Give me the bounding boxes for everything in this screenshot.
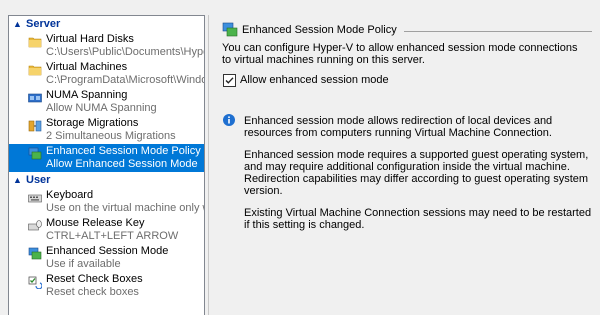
sidebar-item-numa-spanning[interactable]: NUMA Spanning Allow NUMA Spanning xyxy=(9,88,204,116)
numa-icon xyxy=(28,93,42,103)
section-header-server[interactable]: ▲ Server xyxy=(9,16,204,32)
page-title: Enhanced Session Mode Policy xyxy=(242,24,397,36)
sidebar-item-enhanced-session-mode[interactable]: Enhanced Session Mode Use if available xyxy=(9,244,204,272)
reset-checkbox-icon xyxy=(28,276,42,289)
sidebar-item-subtitle: CTRL+ALT+LEFT ARROW xyxy=(46,230,179,242)
info-text: Enhanced session mode allows redirection… xyxy=(244,115,594,241)
sidebar-item-title: NUMA Spanning xyxy=(46,89,128,101)
info-paragraph: Existing Virtual Machine Connection sess… xyxy=(244,207,592,231)
sidebar-item-reset-check-boxes[interactable]: Reset Check Boxes Reset check boxes xyxy=(9,272,204,300)
sidebar-item-virtual-machines[interactable]: Virtual Machines C:\ProgramData\Microsof… xyxy=(9,60,204,88)
sidebar-item-storage-migrations[interactable]: Storage Migrations 2 Simultaneous Migrat… xyxy=(9,116,204,144)
sidebar-item-subtitle: Use on the virtual machine only wh... xyxy=(46,202,204,214)
info-icon xyxy=(223,114,235,126)
sidebar-item-title: Storage Migrations xyxy=(46,117,139,129)
keyboard-icon xyxy=(28,194,42,203)
sidebar-item-title: Keyboard xyxy=(46,189,94,201)
sidebar-item-title: Enhanced Session Mode Policy xyxy=(46,145,201,157)
info-paragraph: Enhanced session mode requires a support… xyxy=(244,149,589,197)
sidebar-item-title: Mouse Release Key xyxy=(46,217,145,229)
header-divider xyxy=(404,31,592,32)
section-label: User xyxy=(26,174,51,186)
checkmark-icon xyxy=(225,77,234,84)
settings-sidebar: ▲ Server Virtual Hard Disks C:\Users\Publ… xyxy=(8,15,205,315)
info-paragraph: Enhanced session mode allows redirection… xyxy=(244,115,553,139)
folder-icon xyxy=(28,65,42,76)
sidebar-item-enhanced-session-mode-policy[interactable]: Enhanced Session Mode Policy Allow Enhan… xyxy=(9,144,204,172)
sidebar-item-title: Virtual Hard Disks xyxy=(46,33,134,45)
sidebar-item-title: Virtual Machines xyxy=(46,61,128,73)
sidebar-item-subtitle: 2 Simultaneous Migrations xyxy=(46,130,176,142)
sidebar-item-subtitle: Use if available xyxy=(46,258,121,270)
sidebar-item-subtitle: Reset check boxes xyxy=(46,286,139,298)
checkbox-label: Allow enhanced session mode xyxy=(240,74,389,86)
sidebar-item-virtual-hard-disks[interactable]: Virtual Hard Disks C:\Users\Public\Docum… xyxy=(9,32,204,60)
enhanced-session-icon xyxy=(28,147,42,160)
settings-detail-pane: Enhanced Session Mode Policy You can con… xyxy=(208,15,600,315)
sidebar-item-keyboard[interactable]: Keyboard Use on the virtual machine only… xyxy=(9,188,204,216)
collapse-chevron-icon[interactable]: ▲ xyxy=(13,172,23,188)
enhanced-session-icon xyxy=(28,247,42,260)
sidebar-item-subtitle: C:\ProgramData\Microsoft\Windo... xyxy=(46,74,204,86)
mouse-key-icon xyxy=(28,220,42,231)
sidebar-item-title: Reset Check Boxes xyxy=(46,273,143,285)
sidebar-item-title: Enhanced Session Mode xyxy=(46,245,169,257)
folder-icon xyxy=(28,37,42,48)
enhanced-session-icon xyxy=(222,22,238,37)
policy-header: Enhanced Session Mode Policy xyxy=(222,21,592,39)
storage-migration-icon xyxy=(28,120,42,132)
section-label: Server xyxy=(26,18,61,30)
allow-enhanced-session-checkbox[interactable] xyxy=(223,74,236,87)
sidebar-item-subtitle: Allow Enhanced Session Mode xyxy=(46,158,198,170)
collapse-chevron-icon[interactable]: ▲ xyxy=(13,16,23,32)
sidebar-item-subtitle: Allow NUMA Spanning xyxy=(46,102,157,114)
sidebar-item-subtitle: C:\Users\Public\Documents\Hyper-... xyxy=(46,46,204,58)
sidebar-item-mouse-release-key[interactable]: Mouse Release Key CTRL+ALT+LEFT ARROW xyxy=(9,216,204,244)
section-header-user[interactable]: ▲ User xyxy=(9,172,204,188)
policy-description: You can configure Hyper-V to allow enhan… xyxy=(222,42,578,66)
